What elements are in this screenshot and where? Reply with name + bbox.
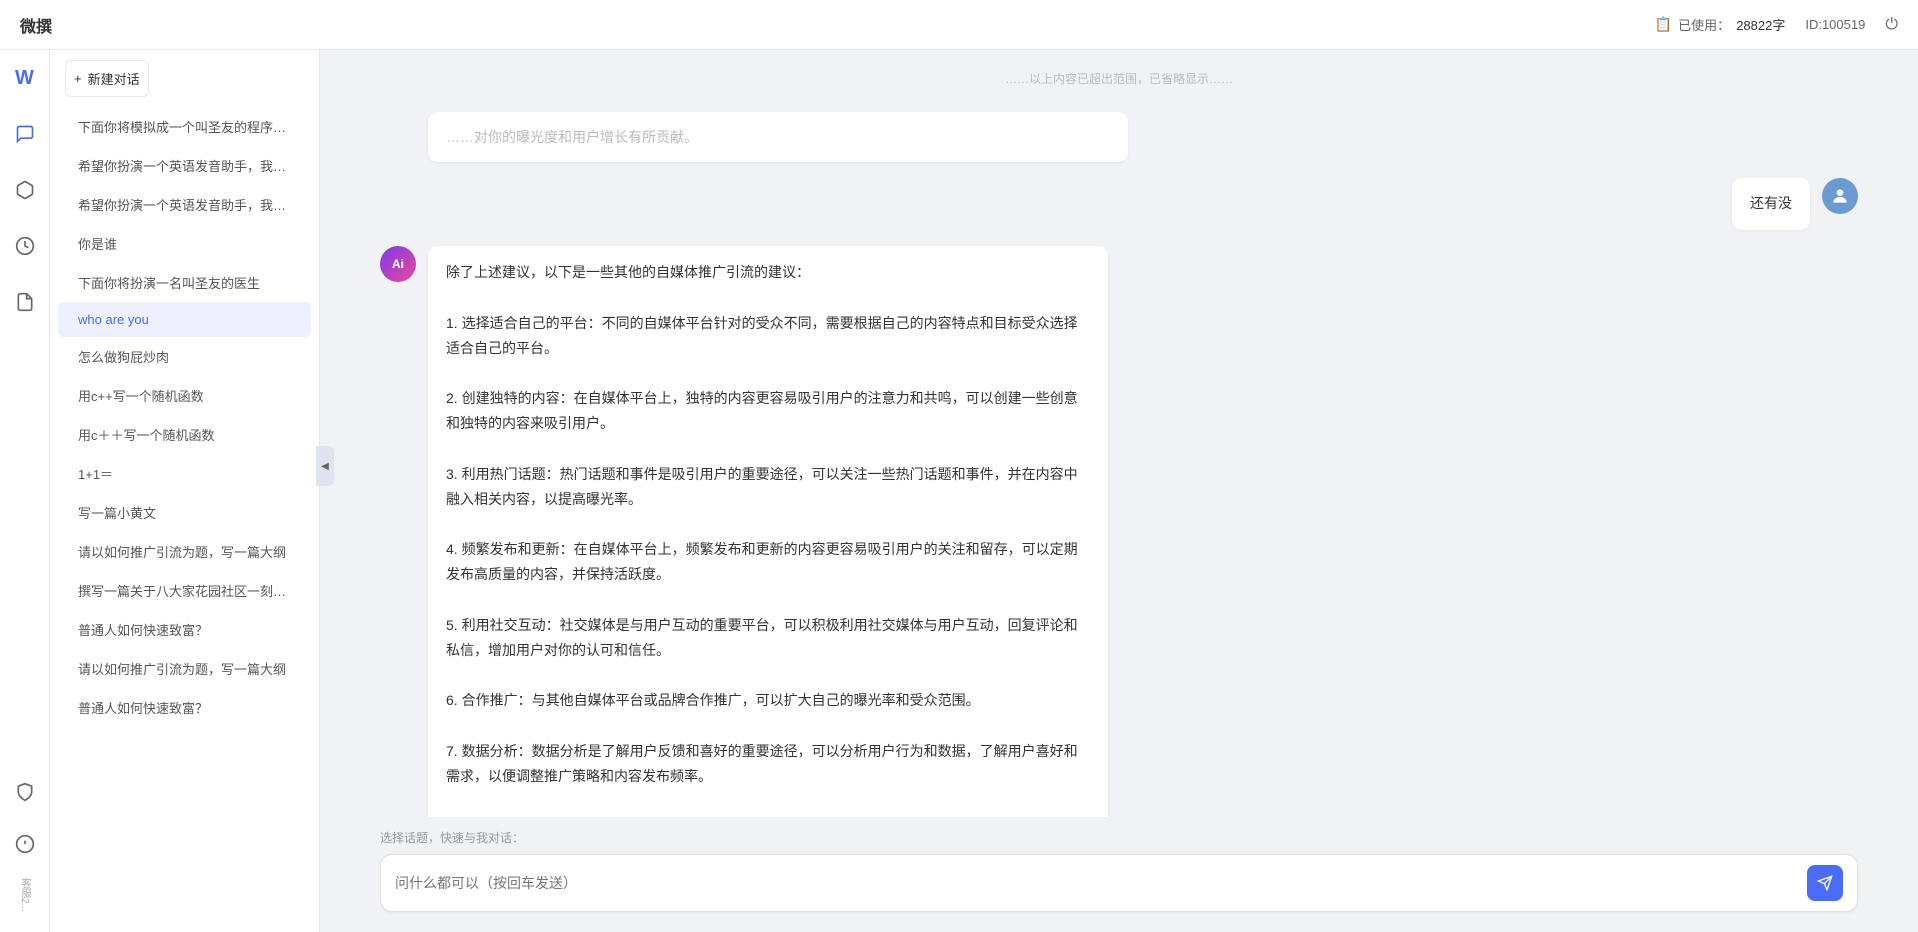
truncated-notice: ……以上内容已超出范围，已省略显示…… (380, 70, 1858, 88)
icon-sidebar-bottom: 客服2... (7, 774, 43, 922)
usage-label: 已使用： (1678, 15, 1730, 34)
chat-input-area: 选择话题，快速与我对话： (320, 817, 1918, 932)
collapse-sidebar-button[interactable]: ◀ (316, 446, 334, 486)
message-row-user: 还有没 (380, 178, 1858, 230)
user-avatar (1822, 178, 1858, 214)
conversation-item-11[interactable]: 写一篇小黄文 (58, 493, 311, 532)
nav-logo: W (7, 60, 43, 96)
quick-topics-label: 选择话题，快速与我对话： (380, 829, 1858, 846)
conversation-item-7[interactable]: 怎么做狗屁炒肉 (58, 337, 311, 376)
conversation-item-6[interactable]: who are you (58, 302, 311, 337)
new-chat-icon: + (74, 71, 82, 86)
app-logo: 微撰 (20, 13, 52, 37)
chat-input[interactable] (395, 875, 1797, 891)
header-right: 📋 已使用： 28822字 ID:100519 ⏻ (1655, 15, 1898, 34)
conversation-item-8[interactable]: 用c++写一个随机函数 (58, 376, 311, 415)
nav-box-icon[interactable] (7, 172, 43, 208)
conversation-item-2[interactable]: 希望你扮演一个英语发音助手，我提供给你... (58, 146, 311, 185)
chat-messages: ……以上内容已超出范围，已省略显示…… ……对你的曝光度和用户增长有所贡献。 还… (320, 50, 1918, 817)
truncated-text: ……以上内容已超出范围，已省略显示…… (1005, 72, 1233, 86)
conversation-item-13[interactable]: 撰写一篇关于八大家花园社区一刻钟便民生... (58, 571, 311, 610)
nav-doc-icon[interactable] (7, 284, 43, 320)
conversation-item-14[interactable]: 普通人如何快速致富？ (58, 610, 311, 649)
bottom-label: 客服2... (17, 878, 32, 912)
conversation-item-4[interactable]: 你是谁 (58, 224, 311, 263)
icon-sidebar: W (0, 50, 50, 932)
conversation-sidebar: + 新建对话 下面你将模拟成一个叫圣友的程序员，我说...希望你扮演一个英语发音… (50, 50, 320, 932)
conversation-list: 下面你将模拟成一个叫圣友的程序员，我说...希望你扮演一个英语发音助手，我提供给… (50, 107, 319, 727)
usage-value: 28822字 (1736, 15, 1785, 34)
usage-info: 📋 已使用： 28822字 (1655, 15, 1786, 34)
ai-message-text: 除了上述建议，以下是一些其他的自媒体推广引流的建议： 1. 选择适合自己的平台：… (446, 260, 1090, 817)
collapse-icon: ◀ (321, 461, 329, 472)
usage-icon: 📋 (1655, 16, 1672, 33)
new-conversation-button[interactable]: + 新建对话 (65, 60, 149, 97)
prev-ai-content: ……对你的曝光度和用户增长有所贡献。 (428, 112, 1858, 162)
new-conversation-label: 新建对话 (88, 69, 140, 88)
chat-area: ……以上内容已超出范围，已省略显示…… ……对你的曝光度和用户增长有所贡献。 还… (320, 50, 1918, 932)
conversation-item-5[interactable]: 下面你将扮演一名叫圣友的医生 (58, 263, 311, 302)
user-id: ID:100519 (1805, 17, 1865, 32)
nav-chat-icon[interactable] (7, 116, 43, 152)
message-row-ai: Ai 除了上述建议，以下是一些其他的自媒体推广引流的建议： 1. 选择适合自己的… (380, 246, 1858, 817)
main-layout: W (0, 50, 1918, 932)
ai-message-bubble: 除了上述建议，以下是一些其他的自媒体推广引流的建议： 1. 选择适合自己的平台：… (428, 246, 1108, 817)
conversation-item-15[interactable]: 请以如何推广引流为题，写一篇大纲 (58, 649, 311, 688)
power-icon[interactable]: ⏻ (1885, 16, 1898, 34)
conversation-item-10[interactable]: 1+1＝ (58, 454, 311, 493)
user-message-text: 还有没 (1750, 195, 1792, 211)
input-box-wrapper (380, 854, 1858, 912)
send-icon (1817, 875, 1833, 891)
conversation-item-9[interactable]: 用c＋＋写一个随机函数 (58, 415, 311, 454)
user-message-bubble: 还有没 (1732, 178, 1810, 230)
app-header: 微撰 📋 已使用： 28822字 ID:100519 ⏻ (0, 0, 1918, 50)
ai-avatar: Ai (380, 246, 416, 282)
conversation-item-12[interactable]: 请以如何推广引流为题，写一篇大纲 (58, 532, 311, 571)
send-button[interactable] (1807, 865, 1843, 901)
nav-clock-icon[interactable] (7, 228, 43, 264)
conversation-item-16[interactable]: 普通人如何快速致富？ (58, 688, 311, 727)
conversation-item-1[interactable]: 下面你将模拟成一个叫圣友的程序员，我说... (58, 107, 311, 146)
nav-info-icon[interactable] (7, 826, 43, 862)
nav-shield-icon[interactable] (7, 774, 43, 810)
conversation-item-3[interactable]: 希望你扮演一个英语发音助手，我提供给你... (58, 185, 311, 224)
